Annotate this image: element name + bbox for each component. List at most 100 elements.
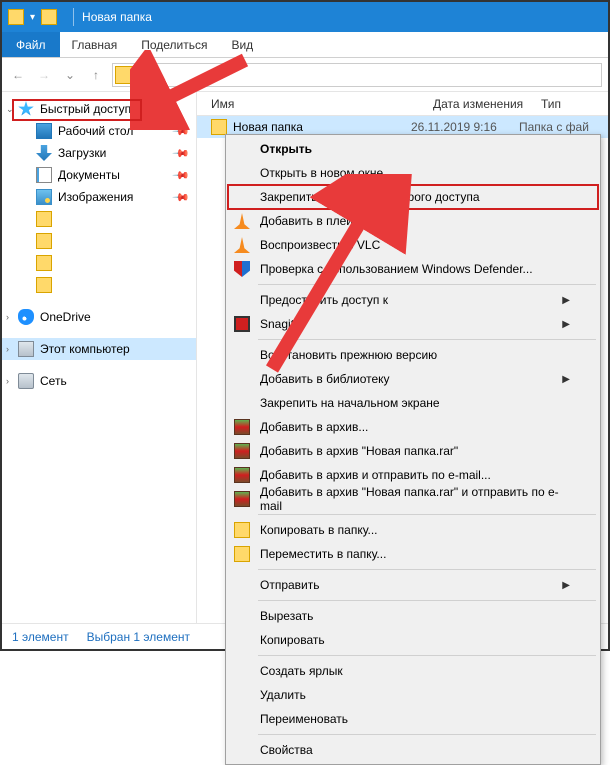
qat-chevron-icon[interactable]: ▾ [30, 12, 35, 23]
ctx-open-new-window[interactable]: Открыть в новом окне [228, 161, 598, 185]
ctx-copy[interactable]: Копировать [228, 628, 598, 652]
status-selected: Выбран 1 элемент [87, 630, 190, 644]
sidebar-label: OneDrive [40, 310, 91, 324]
file-name: Новая папка [233, 120, 303, 134]
folder-move-icon [234, 546, 250, 562]
col-name[interactable]: Имя [211, 97, 433, 111]
sidebar-desktop[interactable]: Рабочий стол 📌 [2, 120, 196, 142]
pin-icon: 📌 [172, 166, 191, 185]
sidebar-label: Сеть [40, 374, 67, 388]
ctx-separator [258, 600, 596, 601]
sidebar-recent-folder[interactable] [2, 230, 196, 252]
ribbon-tabs: Файл Главная Поделиться Вид [2, 32, 608, 58]
folder-copy-icon [234, 522, 250, 538]
col-date[interactable]: Дата изменения [433, 97, 541, 111]
winrar-icon [234, 467, 250, 483]
chevron-right-icon[interactable]: ▸ [141, 69, 146, 80]
col-type[interactable]: Тип [541, 97, 608, 111]
ctx-delete[interactable]: Удалить [228, 683, 598, 707]
desktop-icon [36, 123, 52, 139]
ctx-copy-to-folder[interactable]: Копировать в папку... [228, 518, 598, 542]
winrar-icon [234, 419, 250, 435]
ctx-send-to[interactable]: Отправить▶ [228, 573, 598, 597]
folder-icon [36, 277, 52, 293]
network-icon [18, 373, 34, 389]
ctx-rar-add-named[interactable]: Добавить в архив "Новая папка.rar" [228, 439, 598, 463]
sidebar-label: Рабочий стол [58, 124, 133, 138]
pictures-icon [36, 189, 52, 205]
folder-icon [36, 233, 52, 249]
ctx-separator [258, 734, 596, 735]
vlc-icon [234, 237, 250, 253]
sidebar-onedrive[interactable]: › OneDrive [2, 306, 196, 328]
breadcrumb-folder-icon [115, 66, 133, 84]
sidebar-quick-access[interactable]: ⌄ Быстрый доступ [2, 98, 196, 120]
ctx-defender-scan[interactable]: Проверка с использованием Windows Defend… [228, 257, 598, 281]
documents-icon [36, 167, 52, 183]
ctx-pin-start[interactable]: Закрепить на начальном экране [228, 391, 598, 415]
ctx-create-shortcut[interactable]: Создать ярлык [228, 659, 598, 683]
ctx-separator [258, 569, 596, 570]
ctx-rar-email[interactable]: Добавить в архив и отправить по e-mail..… [228, 463, 598, 487]
shield-icon [234, 261, 250, 277]
sidebar-network[interactable]: › Сеть [2, 370, 196, 392]
nav-back-icon[interactable]: ← [8, 65, 28, 85]
ctx-vlc-play[interactable]: Воспроизвести в VLC [228, 233, 598, 257]
ctx-rename[interactable]: Переименовать [228, 707, 598, 731]
ctx-separator [258, 339, 596, 340]
ctx-snagit[interactable]: Snagit▶ [228, 312, 598, 336]
address-bar-row: ← → ⌄ ↑ ▸ [2, 58, 608, 92]
pin-icon: 📌 [172, 144, 191, 163]
winrar-icon [234, 443, 250, 459]
navigation-pane: ⌄ Быстрый доступ Рабочий стол 📌 Загрузки… [2, 92, 197, 623]
tab-home[interactable]: Главная [60, 32, 130, 57]
file-date: 26.11.2019 9:16 [411, 120, 519, 134]
pc-icon [18, 341, 34, 357]
context-menu: Открыть Открыть в новом окне Закрепить н… [225, 134, 601, 765]
ctx-grant-access[interactable]: Предоставить доступ к▶ [228, 288, 598, 312]
ctx-vlc-add-playlist[interactable]: Добавить в плейлист VLC [228, 209, 598, 233]
ctx-add-library[interactable]: Добавить в библиотеку▶ [228, 367, 598, 391]
sidebar-label: Этот компьютер [40, 342, 130, 356]
tab-share[interactable]: Поделиться [129, 32, 219, 57]
status-count: 1 элемент [12, 630, 69, 644]
qat-folder-icon[interactable] [41, 9, 57, 25]
snagit-icon [234, 316, 250, 332]
pin-icon: 📌 [172, 188, 191, 207]
breadcrumb[interactable]: ▸ [112, 63, 602, 87]
sidebar-pictures[interactable]: Изображения 📌 [2, 186, 196, 208]
ctx-rar-add[interactable]: Добавить в архив... [228, 415, 598, 439]
submenu-arrow-icon: ▶ [562, 580, 570, 591]
titlebar-separator [73, 8, 74, 26]
ctx-separator [258, 655, 596, 656]
ctx-move-to-folder[interactable]: Переместить в папку... [228, 542, 598, 566]
nav-recent-icon[interactable]: ⌄ [60, 65, 80, 85]
vlc-icon [234, 213, 250, 229]
sidebar-this-pc[interactable]: › Этот компьютер [2, 338, 196, 360]
ctx-rar-named-email[interactable]: Добавить в архив "Новая папка.rar" и отп… [228, 487, 598, 511]
nav-up-icon[interactable]: ↑ [86, 65, 106, 85]
sidebar-recent-folder[interactable] [2, 252, 196, 274]
tab-view[interactable]: Вид [219, 32, 265, 57]
sidebar-label: Изображения [58, 190, 133, 204]
submenu-arrow-icon: ▶ [562, 319, 570, 330]
app-folder-icon [8, 9, 24, 25]
column-headers[interactable]: Имя Дата изменения Тип [197, 92, 608, 116]
titlebar: ▾ Новая папка [2, 2, 608, 32]
nav-forward-icon: → [34, 65, 54, 85]
ctx-cut[interactable]: Вырезать [228, 604, 598, 628]
ctx-separator [258, 514, 596, 515]
ctx-properties[interactable]: Свойства [228, 738, 598, 762]
ctx-open[interactable]: Открыть [228, 137, 598, 161]
ctx-pin-quick-access[interactable]: Закрепить на панели быстрого доступа [228, 185, 598, 209]
folder-icon [36, 255, 52, 271]
ctx-restore-previous[interactable]: Восстановить прежнюю версию [228, 343, 598, 367]
sidebar-downloads[interactable]: Загрузки 📌 [2, 142, 196, 164]
tab-file[interactable]: Файл [2, 32, 60, 57]
folder-icon [36, 211, 52, 227]
downloads-icon [36, 145, 52, 161]
star-icon [18, 101, 34, 117]
sidebar-recent-folder[interactable] [2, 208, 196, 230]
sidebar-documents[interactable]: Документы 📌 [2, 164, 196, 186]
sidebar-recent-folder[interactable] [2, 274, 196, 296]
